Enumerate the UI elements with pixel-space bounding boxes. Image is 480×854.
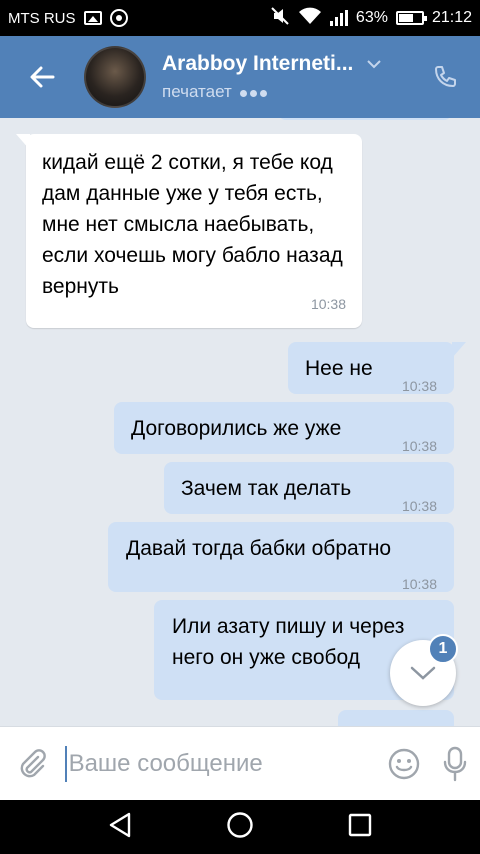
avatar[interactable] (84, 46, 146, 108)
battery-percent: 63% (355, 9, 388, 26)
chat-title-block[interactable]: Arabboy Interneti... печатает (162, 52, 410, 102)
message-time: 10:38 (401, 576, 437, 592)
message-input[interactable] (64, 745, 379, 782)
message-bubble-cut (278, 118, 452, 120)
signal-icon (329, 10, 348, 26)
back-button[interactable] (0, 36, 84, 118)
message-bubble-outgoing[interactable]: Давай тогда бабки обратно 10:38 (108, 522, 454, 592)
smiley-icon (388, 748, 420, 779)
message-time: 10:38 (401, 438, 437, 454)
phone-icon (435, 66, 456, 87)
voice-message-button[interactable] (429, 727, 480, 801)
system-navigation-bar (0, 800, 480, 854)
mute-icon (270, 6, 290, 31)
sync-notification-icon (109, 9, 128, 27)
nav-back-button[interactable] (107, 811, 133, 844)
nav-home-button[interactable] (226, 811, 254, 844)
battery-icon (395, 11, 427, 25)
paperclip-icon (20, 748, 47, 777)
message-bubble-cut (338, 710, 454, 726)
message-text: Нее не (305, 357, 373, 380)
chevron-down-icon (410, 666, 436, 680)
chevron-down-icon (367, 60, 382, 69)
unread-count-badge: 1 (428, 634, 458, 664)
message-list[interactable]: кидай ещё 2 сотки, я тебе код дам данные… (0, 118, 480, 726)
carrier-label: MTS RUS (8, 9, 76, 27)
message-bubble-outgoing[interactable]: Зачем так делать 10:38 (164, 462, 454, 514)
message-bubble-outgoing[interactable]: Договорились же уже 10:38 (114, 402, 454, 454)
chat-header: Arabboy Interneti... печатает (0, 36, 480, 118)
message-time: 10:38 (401, 498, 437, 514)
message-bubble-incoming[interactable]: кидай ещё 2 сотки, я тебе код дам данные… (16, 134, 362, 328)
typing-status: печатает (162, 82, 232, 101)
message-text: Договорились же уже (131, 417, 342, 440)
call-button[interactable] (410, 36, 480, 118)
message-time: 10:38 (401, 378, 437, 394)
status-bar: MTS RUS 63% 21:12 (0, 0, 480, 36)
contact-name: Arabboy Interneti... (162, 52, 354, 75)
square-recents-icon (349, 813, 372, 836)
clock: 21:12 (431, 9, 472, 26)
triangle-back-icon (109, 812, 130, 837)
nav-recents-button[interactable] (347, 812, 373, 843)
compose-bar (0, 726, 480, 800)
message-text: Зачем так делать (181, 477, 352, 500)
message-bubble-outgoing[interactable]: Нее не 10:38 (288, 342, 466, 394)
wifi-icon (298, 7, 322, 30)
image-notification-icon (83, 11, 102, 25)
microphone-icon (443, 746, 466, 781)
message-time: 10:38 (310, 296, 346, 312)
message-text: Давай тогда бабки обратно (126, 537, 392, 560)
emoji-button[interactable] (379, 727, 430, 801)
arrow-left-icon (30, 66, 55, 88)
attach-button[interactable] (0, 727, 65, 801)
message-text: кидай ещё 2 сотки, я тебе код дам данные… (42, 151, 343, 298)
typing-dots-icon (239, 82, 270, 102)
circle-home-icon (227, 811, 253, 838)
